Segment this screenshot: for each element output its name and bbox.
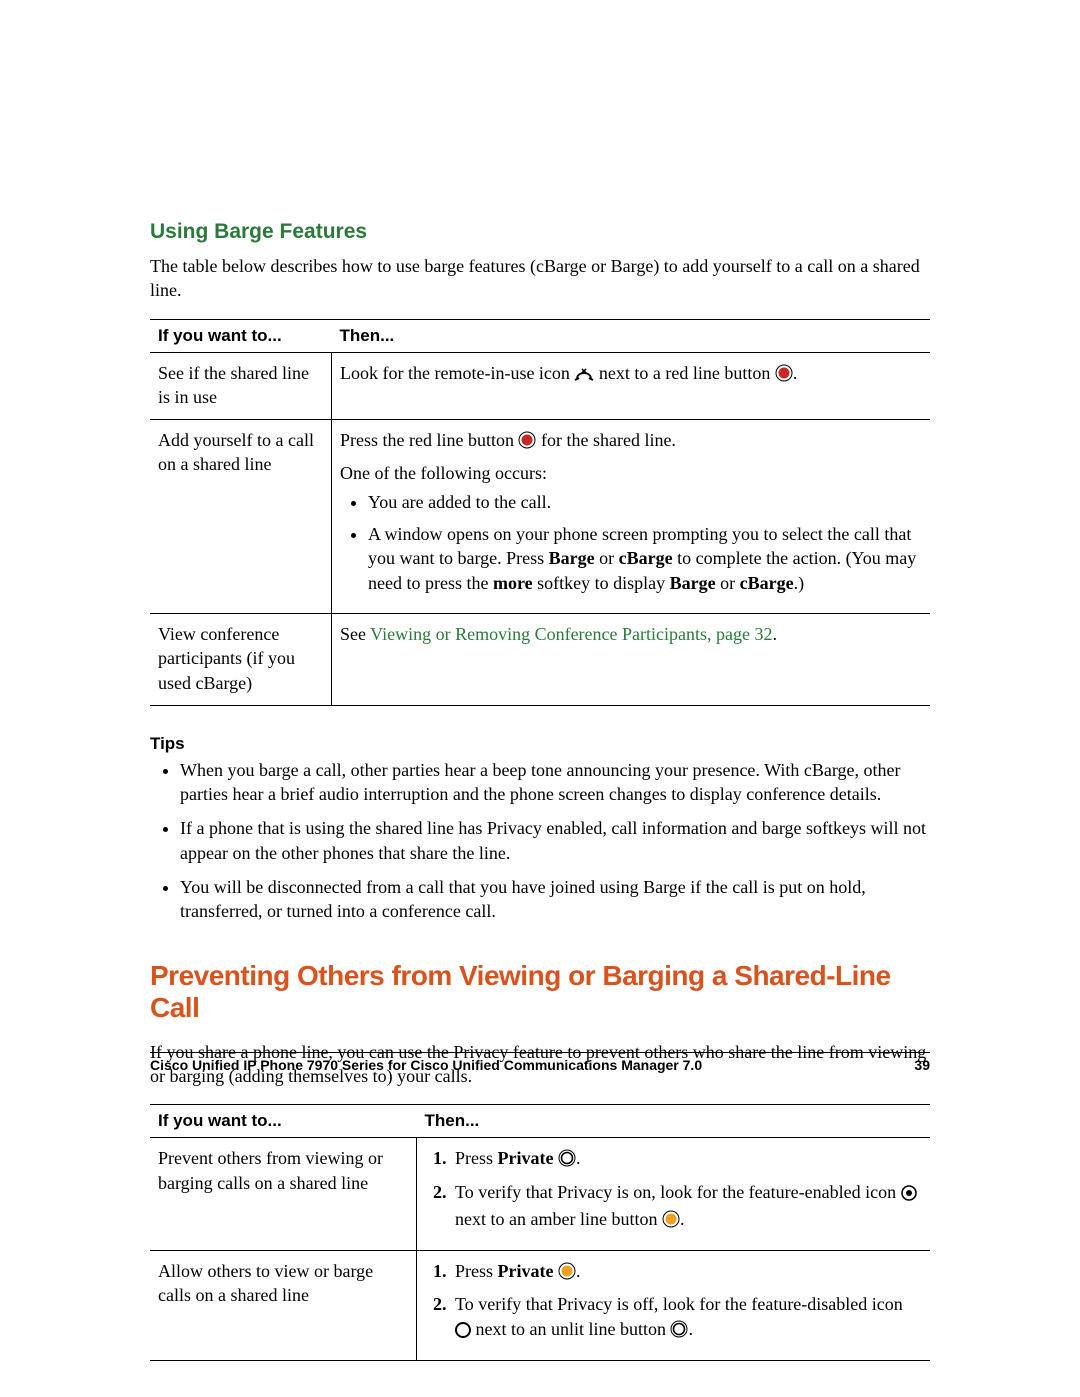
remote-in-use-icon: [574, 364, 594, 388]
list-item: Press Private .: [451, 1259, 922, 1286]
barge-r2-then: Press the red line button for the shared…: [332, 420, 931, 614]
barge-r2-if: Add yourself to a call on a shared line: [150, 420, 332, 614]
red-line-button-icon: [775, 364, 793, 388]
page-content: Using Barge Features The table below des…: [150, 220, 930, 1389]
table-row: Add yourself to a call on a shared line …: [150, 420, 930, 614]
page-number: 39: [914, 1057, 930, 1073]
heading-privacy: Preventing Others from Viewing or Bargin…: [150, 960, 930, 1024]
list-item: If a phone that is using the shared line…: [180, 816, 930, 865]
privacy-table: If you want to... Then... Prevent others…: [150, 1104, 930, 1361]
list-item: A window opens on your phone screen prom…: [368, 522, 922, 595]
amber-line-button-icon: [558, 1262, 576, 1286]
footer-title: Cisco Unified IP Phone 7970 Series for C…: [150, 1057, 702, 1073]
link-view-conf-participants[interactable]: Viewing or Removing Conference Participa…: [370, 624, 772, 644]
priv-th-if: If you want to...: [150, 1105, 417, 1138]
unlit-line-button-icon: [558, 1149, 576, 1173]
barge-table: If you want to... Then... See if the sha…: [150, 319, 930, 706]
list-item: When you barge a call, other parties hea…: [180, 758, 930, 807]
table-row: View conference participants (if you use…: [150, 613, 930, 705]
unlit-line-button-icon: [670, 1320, 688, 1344]
list-item: You will be disconnected from a call tha…: [180, 875, 930, 924]
barge-th-then: Then...: [332, 319, 931, 352]
list-item: To verify that Privacy is on, look for t…: [451, 1180, 922, 1235]
priv-th-then: Then...: [417, 1105, 931, 1138]
table-row: Prevent others from viewing or barging c…: [150, 1138, 930, 1251]
tips-list: When you barge a call, other parties hea…: [150, 758, 930, 924]
heading-tips: Tips: [150, 734, 930, 754]
list-item: To verify that Privacy is off, look for …: [451, 1292, 922, 1344]
amber-line-button-icon: [662, 1210, 680, 1234]
page-footer: Cisco Unified IP Phone 7970 Series for C…: [150, 1052, 930, 1073]
barge-intro-paragraph: The table below describes how to use bar…: [150, 254, 930, 303]
barge-th-if: If you want to...: [150, 319, 332, 352]
barge-r1-then: Look for the remote-in-use icon next to …: [332, 352, 931, 420]
priv-r2-if: Allow others to view or barge calls on a…: [150, 1251, 417, 1361]
list-item: Press Private .: [451, 1146, 922, 1173]
barge-r3-then: See Viewing or Removing Conference Parti…: [332, 613, 931, 705]
heading-using-barge: Using Barge Features: [150, 220, 930, 244]
feature-disabled-icon: [455, 1320, 471, 1344]
priv-r2-then: Press Private . To verify that Privacy i…: [417, 1251, 931, 1361]
table-row: See if the shared line is in use Look fo…: [150, 352, 930, 420]
red-line-button-icon: [518, 431, 536, 455]
barge-r3-if: View conference participants (if you use…: [150, 613, 332, 705]
list-item: You are added to the call.: [368, 490, 922, 514]
feature-enabled-icon: [901, 1183, 917, 1207]
priv-r1-then: Press Private . To verify that Privacy i…: [417, 1138, 931, 1251]
barge-r1-if: See if the shared line is in use: [150, 352, 332, 420]
table-row: Allow others to view or barge calls on a…: [150, 1251, 930, 1361]
priv-r1-if: Prevent others from viewing or barging c…: [150, 1138, 417, 1251]
